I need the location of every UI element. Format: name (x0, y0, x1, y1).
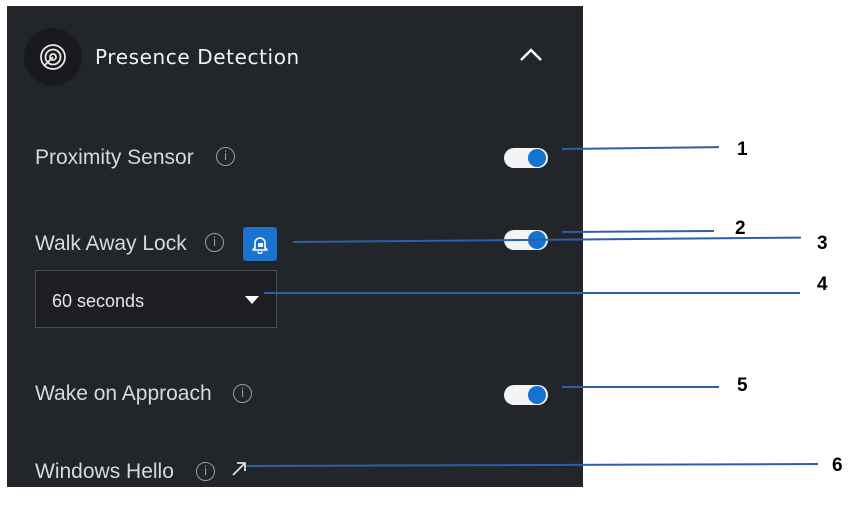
lock-bell-button[interactable] (243, 227, 277, 261)
windows-hello-label[interactable]: Windows Hello (35, 460, 174, 484)
callout-line-4 (264, 292, 800, 294)
callout-number-1: 1 (737, 139, 748, 160)
wake-on-approach-info-icon[interactable]: i (233, 384, 252, 403)
walk-away-lock-info-icon[interactable]: i (205, 233, 224, 252)
toggle-knob (528, 149, 546, 167)
lock-bell-icon (252, 237, 268, 254)
proximity-sensor-toggle[interactable] (504, 148, 548, 168)
callout-number-5: 5 (737, 375, 748, 396)
proximity-sensor-info-icon[interactable]: i (216, 147, 235, 166)
external-arrow-icon[interactable] (231, 461, 247, 482)
timeout-value: 60 seconds (52, 291, 145, 311)
presence-detection-panel: Presence Detection Proximity Sensor i Wa… (7, 6, 583, 487)
wake-on-approach-label: Wake on Approach (35, 382, 212, 405)
proximity-sensor-label: Proximity Sensor (35, 146, 194, 169)
callout-number-4: 4 (817, 274, 828, 295)
callout-number-3: 3 (817, 233, 828, 254)
toggle-knob (528, 386, 546, 404)
walk-away-timeout-select[interactable]: 60 seconds (35, 270, 277, 328)
radar-icon (24, 28, 82, 86)
panel-title: Presence Detection (95, 45, 300, 69)
walk-away-lock-label: Walk Away Lock (35, 232, 187, 255)
callout-number-6: 6 (832, 455, 843, 476)
callout-line-5 (562, 386, 719, 388)
windows-hello-info-icon[interactable]: i (196, 462, 215, 481)
callout-line-2 (561, 229, 715, 233)
wake-on-approach-toggle[interactable] (504, 385, 548, 405)
callout-line-1 (561, 146, 720, 150)
caret-down-icon (245, 296, 259, 304)
chevron-up-icon[interactable] (519, 48, 543, 67)
callout-number-2: 2 (735, 218, 746, 239)
